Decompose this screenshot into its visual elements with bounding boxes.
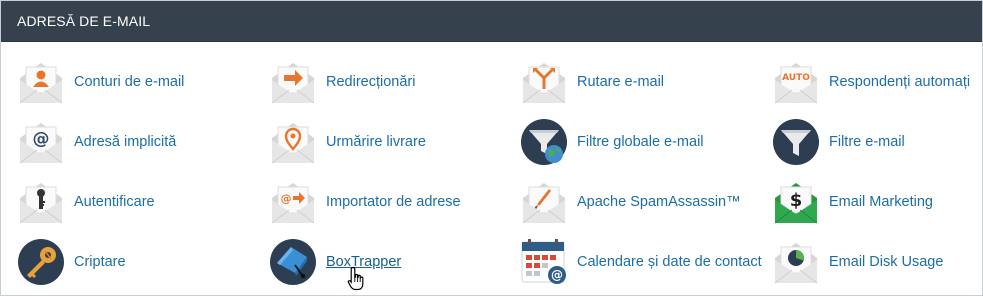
authentication-link[interactable]: Autentificare [17, 176, 262, 228]
autoresponders-link[interactable]: AUTO Respondenți automați [772, 56, 983, 108]
funnel-filter-icon [772, 118, 820, 166]
item-label: Calendare și date de contact [577, 254, 762, 270]
email-disk-usage-link[interactable]: Email Disk Usage [772, 236, 983, 288]
forwarders-link[interactable]: Redirecționări [269, 56, 514, 108]
email-marketing-dollar-icon: $ [772, 178, 820, 226]
email-accounts-link[interactable]: Conturi de e-mail [17, 56, 262, 108]
item-label: Criptare [74, 254, 126, 270]
auto-badge: AUTO [782, 73, 810, 83]
dollar-badge: $ [790, 190, 803, 211]
encryption-keys-icon [17, 238, 65, 286]
envelope-at-icon: @ [17, 118, 65, 166]
item-label: BoxTrapper [326, 254, 402, 270]
section-title: ADRESĂ DE E-MAIL [1, 1, 982, 42]
item-label: Email Disk Usage [829, 254, 944, 270]
item-label: Importator de adrese [326, 194, 461, 210]
svg-text:@: @ [281, 192, 292, 205]
item-label: Respondenți automați [829, 74, 971, 90]
track-delivery-link[interactable]: Urmărire livrare [269, 116, 514, 168]
calendars-contacts-link[interactable]: @ Calendare și date de contact [520, 236, 765, 288]
envelope-routing-icon [520, 58, 568, 106]
item-label: Urmărire livrare [326, 134, 426, 150]
envelope-key-icon [17, 178, 65, 226]
envelope-import-icon: @ [269, 178, 317, 226]
boxtrapper-icon [269, 238, 317, 286]
spamassassin-link[interactable]: Apache SpamAssassin™ [520, 176, 765, 228]
address-importer-link[interactable]: @ Importator de adrese [269, 176, 514, 228]
svg-text:@: @ [33, 129, 50, 149]
envelope-disk-usage-icon [772, 238, 820, 286]
item-label: Email Marketing [829, 194, 933, 210]
envelope-forward-icon [269, 58, 317, 106]
item-label: Conturi de e-mail [74, 74, 185, 90]
item-label: Rutare e-mail [577, 74, 665, 90]
item-label: Adresă implicită [74, 134, 177, 150]
email-marketing-link[interactable]: $ Email Marketing [772, 176, 983, 228]
item-label: Autentificare [74, 194, 155, 210]
envelope-spam-icon [520, 178, 568, 226]
boxtrapper-link[interactable]: BoxTrapper [269, 236, 514, 288]
envelope-location-icon [269, 118, 317, 166]
envelope-auto-icon: AUTO [772, 58, 820, 106]
email-filters-link[interactable]: Filtre e-mail [772, 116, 983, 168]
encryption-link[interactable]: Criptare [17, 236, 262, 288]
default-address-link[interactable]: @ Adresă implicită [17, 116, 262, 168]
svg-text:@: @ [551, 268, 563, 282]
item-label: Filtre globale e-mail [577, 134, 704, 150]
item-label: Apache SpamAssassin™ [577, 194, 741, 210]
email-section-panel: ADRESĂ DE E-MAIL Conturi de e-mail Redir… [0, 0, 983, 296]
email-routing-link[interactable]: Rutare e-mail [520, 56, 765, 108]
calendar-contacts-icon: @ [520, 238, 568, 286]
email-tools-grid: Conturi de e-mail Redirecționări Rutare … [1, 42, 982, 295]
item-label: Filtre e-mail [829, 134, 905, 150]
global-filter-icon [520, 118, 568, 166]
global-email-filters-link[interactable]: Filtre globale e-mail [520, 116, 765, 168]
envelope-user-icon [17, 58, 65, 106]
item-label: Redirecționări [326, 74, 416, 90]
